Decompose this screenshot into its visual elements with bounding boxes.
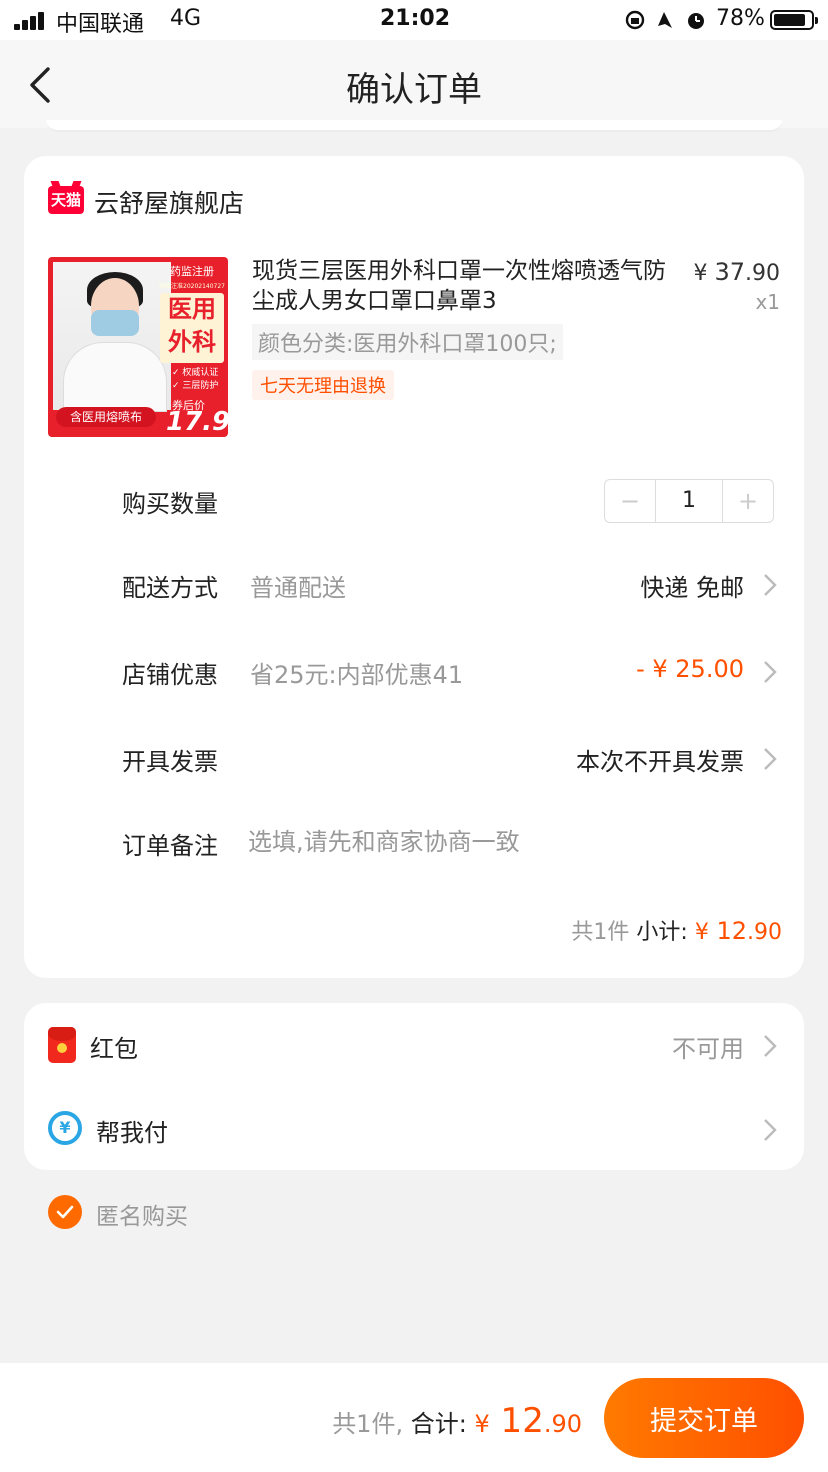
quantity-label: 购买数量	[122, 490, 218, 518]
remark-label: 订单备注	[122, 832, 218, 860]
product-image[interactable]: 药监注册 湘械注准20202140727 医用 外科 ✓ 权威认证 ✓ 三层防护…	[48, 257, 228, 437]
tmall-logo: 天猫	[48, 186, 84, 214]
increase-button[interactable]: +	[723, 480, 773, 522]
page-title: 确认订单	[346, 70, 482, 110]
status-icons	[624, 8, 708, 37]
delivery-value[interactable]: 快递 免邮	[640, 568, 744, 603]
discount-value[interactable]: - ¥ 25.00	[636, 655, 744, 683]
battery-icon	[770, 10, 818, 30]
submit-order-button[interactable]: 提交订单	[604, 1378, 804, 1458]
product-sku: 颜色分类:医用外科口罩100只;	[252, 324, 563, 360]
delivery-label: 配送方式	[122, 574, 218, 602]
red-packet-value[interactable]: 不可用	[672, 1029, 744, 1064]
signal-icon	[14, 12, 48, 30]
quantity-value[interactable]: 1	[655, 480, 723, 522]
product-quantity: x1	[755, 290, 780, 314]
chevron-right-icon[interactable]	[762, 659, 778, 685]
red-packet-label[interactable]: 红包	[90, 1029, 138, 1064]
remark-input[interactable]	[248, 822, 768, 862]
network-type: 4G	[170, 6, 202, 31]
invoice-label: 开具发票	[122, 748, 218, 776]
anonymous-checkbox[interactable]	[48, 1195, 82, 1229]
discount-label: 店铺优惠	[122, 661, 218, 689]
nav-bar: 确认订单	[0, 40, 828, 128]
status-bar: 中国联通 4G 21:02 78%	[0, 0, 828, 40]
previous-card-edge	[46, 120, 782, 132]
pay-for-me-label[interactable]: 帮我付	[96, 1113, 168, 1148]
check-icon	[56, 1205, 74, 1219]
chevron-right-icon[interactable]	[762, 572, 778, 598]
product-photo	[53, 262, 171, 412]
product-title[interactable]: 现货三层医用外科口罩一次性熔喷透气防尘成人男女口罩口鼻罩3	[252, 256, 682, 316]
invoice-value[interactable]: 本次不开具发票	[576, 742, 744, 777]
red-packet-icon	[48, 1027, 76, 1063]
store-name[interactable]: 云舒屋旗舰店	[94, 184, 244, 220]
delivery-sub: 普通配送	[250, 574, 346, 602]
store-order-card: 天猫 云舒屋旗舰店 药监注册 湘械注准20202140727 医用 外科 ✓ 权…	[24, 156, 804, 978]
discount-sub: 省25元:内部优惠41	[250, 661, 464, 689]
rotation-lock-location-alarm-icons	[625, 10, 704, 30]
anonymous-label[interactable]: 匿名购买	[96, 1197, 188, 1231]
battery-percent: 78%	[716, 6, 765, 31]
quantity-stepper: − 1 +	[604, 479, 774, 523]
clock: 21:02	[380, 6, 451, 31]
payment-card: 红包 不可用 ¥ 帮我付	[24, 1003, 804, 1170]
product-price: ¥ 37.90	[693, 258, 780, 286]
decrease-button[interactable]: −	[605, 480, 655, 522]
order-total: 共1件, 合计: ¥ 12.90	[332, 1401, 582, 1441]
subtotal: 共1件 小计: ¥ 12.90	[571, 917, 782, 945]
chevron-right-icon[interactable]	[762, 1117, 778, 1143]
chevron-right-icon[interactable]	[762, 1033, 778, 1059]
pay-for-me-icon: ¥	[48, 1111, 82, 1145]
carrier-name: 中国联通	[56, 12, 145, 37]
chevron-right-icon[interactable]	[762, 746, 778, 772]
bottom-bar: 共1件, 合计: ¥ 12.90 提交订单	[0, 1363, 828, 1472]
return-policy-badge: 七天无理由退换	[252, 370, 394, 400]
